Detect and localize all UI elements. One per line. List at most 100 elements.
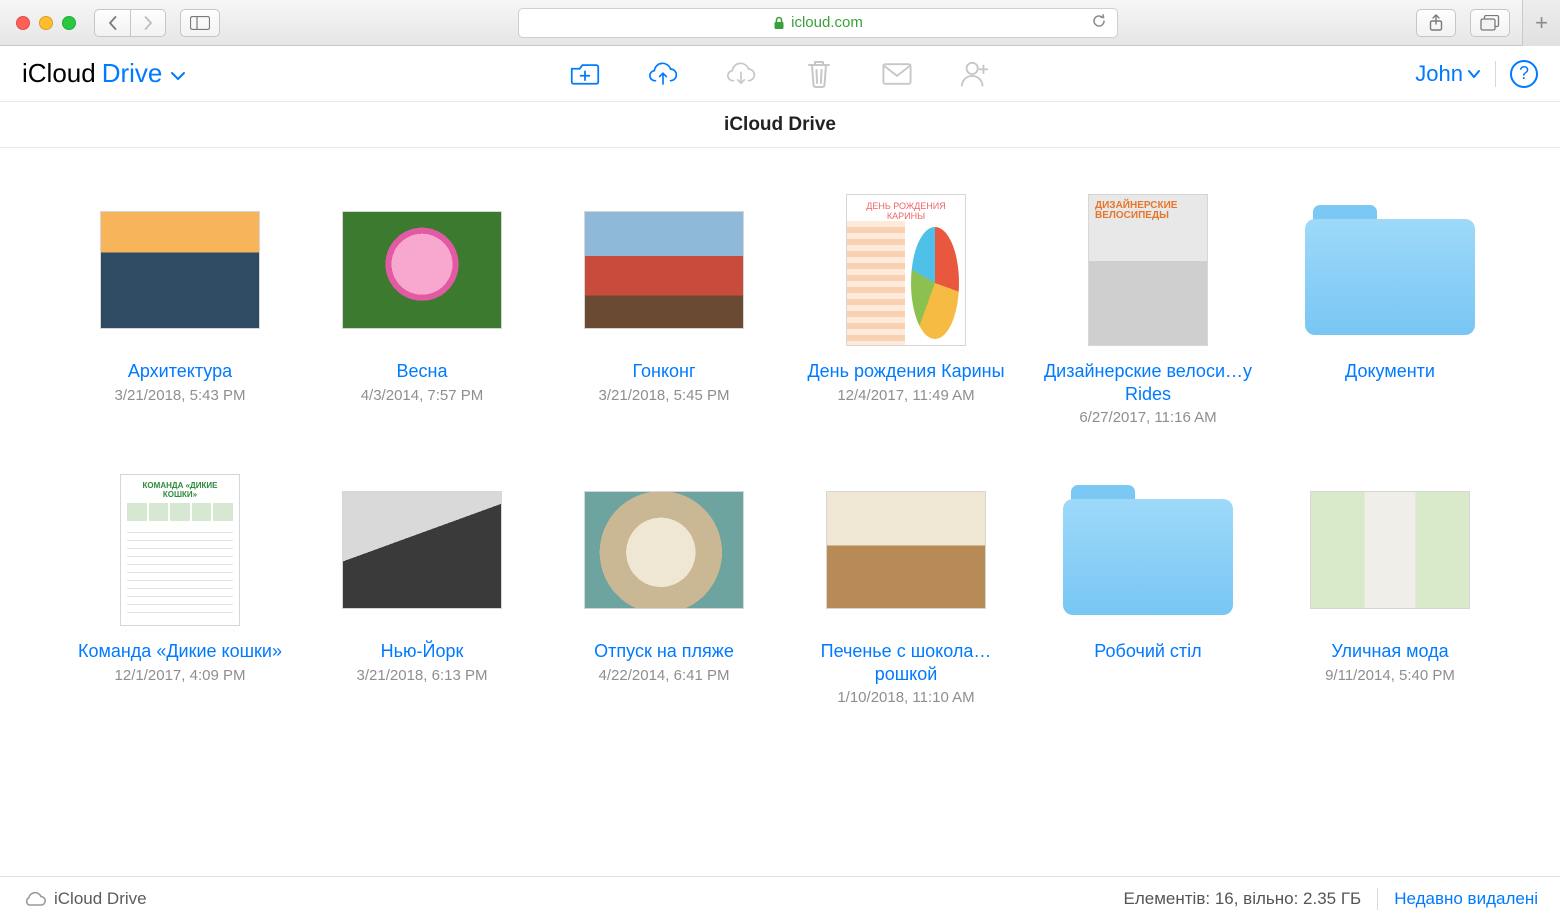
file-item[interactable]: Отпуск на пляже 4/22/2014, 6:41 PM — [554, 474, 774, 706]
status-summary: Елементів: 16, вільно: 2.35 ГБ — [1124, 889, 1362, 909]
browser-titlebar: icloud.com + — [0, 0, 1560, 46]
file-thumbnail — [1305, 194, 1475, 346]
new-folder-button[interactable] — [570, 59, 600, 89]
file-date: 4/22/2014, 6:41 PM — [599, 667, 730, 684]
download-button[interactable] — [726, 59, 756, 89]
new-tab-button[interactable]: + — [1522, 0, 1560, 46]
location-title: iCloud Drive — [724, 114, 836, 136]
thumbnail-image — [584, 491, 744, 609]
forward-button[interactable] — [130, 9, 166, 37]
file-item[interactable]: Нью-Йорк 3/21/2018, 6:13 PM — [312, 474, 532, 706]
delete-button[interactable] — [804, 59, 834, 89]
mail-icon — [882, 62, 912, 86]
file-name: Печенье с шокола…рошкой — [801, 640, 1011, 685]
account-menu[interactable]: John — [1415, 61, 1481, 87]
status-bar: iCloud Drive Елементів: 16, вільно: 2.35… — [0, 876, 1560, 920]
address-host: icloud.com — [791, 14, 863, 31]
thumbnail-image — [584, 211, 744, 329]
back-button[interactable] — [94, 9, 130, 37]
file-name: Весна — [397, 360, 448, 383]
file-item[interactable]: Гонконг3/21/2018, 5:45 PM — [554, 194, 774, 426]
file-thumbnail — [579, 194, 749, 346]
brand-text-2: Drive — [102, 58, 163, 89]
file-name: Робочий стіл — [1094, 640, 1201, 663]
file-item[interactable]: ДИЗАЙНЕРСКИЕ ВЕЛОСИПЕДЫ Дизайнерские вело… — [1038, 194, 1258, 426]
file-item[interactable]: Уличная мода 9/11/2014, 5:40 PM — [1280, 474, 1500, 706]
cloud-upload-icon — [648, 60, 678, 88]
window-close-button[interactable] — [16, 16, 30, 30]
chevron-down-icon — [170, 70, 186, 82]
file-date: 9/11/2014, 5:40 PM — [1325, 667, 1455, 684]
file-item[interactable]: Печенье с шокола…рошкой 1/10/2018, 11:10 … — [796, 474, 1016, 706]
file-thumbnail — [337, 194, 507, 346]
account-name: John — [1415, 61, 1463, 87]
thumbnail-image — [342, 211, 502, 329]
folder-icon — [1063, 485, 1233, 615]
file-name: Нью-Йорк — [381, 640, 464, 663]
browser-right-buttons — [1416, 9, 1510, 37]
lock-icon — [773, 16, 785, 30]
cloud-icon — [22, 891, 46, 907]
breadcrumb-label: iCloud Drive — [54, 889, 147, 909]
share-button[interactable] — [1416, 9, 1456, 37]
reload-icon — [1091, 13, 1107, 29]
reload-button[interactable] — [1091, 13, 1107, 33]
window-minimize-button[interactable] — [39, 16, 53, 30]
thumbnail-image — [1310, 491, 1470, 609]
chevron-left-icon — [107, 16, 119, 30]
file-grid-area: Архитектура3/21/2018, 5:43 PM Весна 4/3/20… — [0, 148, 1560, 876]
file-item[interactable]: ДЕНЬ РОЖДЕНИЯ КАРИНЫДень рождения Карины… — [796, 194, 1016, 426]
file-name: Гонконг — [632, 360, 695, 383]
thumbnail-image: КОМАНДА «ДИКИЕ КОШКИ» — [120, 474, 240, 626]
folder-icon — [1305, 205, 1475, 335]
address-bar-wrap: icloud.com — [220, 8, 1416, 38]
tabs-button[interactable] — [1470, 9, 1510, 37]
file-item[interactable]: Робочий стіл — [1038, 474, 1258, 706]
window-zoom-button[interactable] — [62, 16, 76, 30]
file-date: 6/27/2017, 11:16 AM — [1079, 409, 1216, 426]
help-button[interactable]: ? — [1510, 60, 1538, 88]
address-bar[interactable]: icloud.com — [518, 8, 1118, 38]
thumbnail-image: ДЕНЬ РОЖДЕНИЯ КАРИНЫ — [846, 194, 966, 346]
file-thumbnail: КОМАНДА «ДИКИЕ КОШКИ» — [95, 474, 265, 626]
file-date: 12/1/2017, 4:09 PM — [115, 667, 246, 684]
thumbnail-image: ДИЗАЙНЕРСКИЕ ВЕЛОСИПЕДЫ — [1088, 194, 1208, 346]
share-collab-button[interactable] — [960, 59, 990, 89]
file-item[interactable]: Архитектура3/21/2018, 5:43 PM — [70, 194, 290, 426]
file-name: Документи — [1345, 360, 1435, 383]
divider — [1495, 61, 1496, 87]
tabs-icon — [1480, 15, 1500, 31]
share-icon — [1428, 14, 1444, 32]
upload-button[interactable] — [648, 59, 678, 89]
file-item[interactable]: Весна 4/3/2014, 7:57 PM — [312, 194, 532, 426]
file-date: 3/21/2018, 5:43 PM — [115, 387, 246, 404]
file-date: 12/4/2017, 11:49 AM — [837, 387, 974, 404]
file-name: Отпуск на пляже — [594, 640, 734, 663]
app-toolbar: iCloud Drive John ? — [0, 46, 1560, 102]
brand-dropdown[interactable]: iCloud Drive — [22, 58, 186, 89]
recently-deleted-link[interactable]: Недавно видалені — [1394, 889, 1538, 909]
location-header: iCloud Drive — [0, 102, 1560, 148]
nav-buttons — [94, 9, 166, 37]
status-right: Елементів: 16, вільно: 2.35 ГБ Недавно в… — [1124, 888, 1538, 910]
file-item[interactable]: КОМАНДА «ДИКИЕ КОШКИ»Команда «Дикие кошк… — [70, 474, 290, 706]
file-name: Уличная мода — [1331, 640, 1448, 663]
file-name: Дизайнерские велоси…у Rides — [1043, 360, 1253, 405]
breadcrumb[interactable]: iCloud Drive — [22, 889, 147, 909]
question-mark-icon: ? — [1519, 63, 1529, 84]
chevron-right-icon — [142, 16, 154, 30]
file-thumbnail — [95, 194, 265, 346]
sidebar-toggle-button[interactable] — [180, 9, 220, 37]
file-item[interactable]: Документи — [1280, 194, 1500, 426]
brand-text-1: iCloud — [22, 58, 96, 89]
file-thumbnail — [821, 474, 991, 626]
thumbnail-image — [342, 491, 502, 609]
file-date: 3/21/2018, 6:13 PM — [357, 667, 488, 684]
toolbar-right: John ? — [1415, 60, 1538, 88]
file-date: 4/3/2014, 7:57 PM — [361, 387, 484, 404]
thumbnail-image — [826, 491, 986, 609]
cloud-download-icon — [726, 60, 756, 88]
email-button[interactable] — [882, 59, 912, 89]
toolbar-center — [570, 59, 990, 89]
file-date: 1/10/2018, 11:10 AM — [837, 689, 974, 706]
